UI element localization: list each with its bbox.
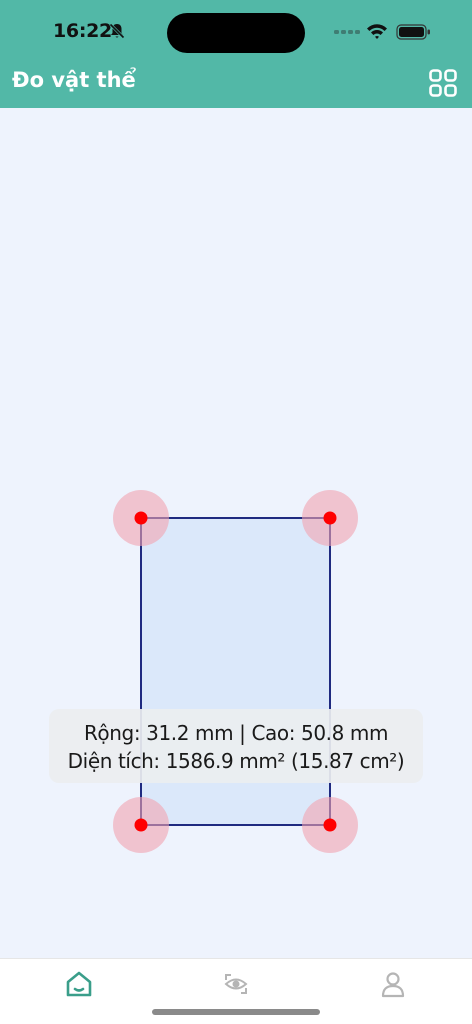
dynamic-island	[167, 13, 305, 53]
wifi-icon	[367, 24, 387, 39]
measurement-overlay	[113, 490, 358, 853]
handle-top-right[interactable]	[302, 490, 358, 546]
tab-bar	[0, 958, 472, 1024]
handle-top-left[interactable]	[113, 490, 169, 546]
status-bar: 16:22	[0, 0, 472, 60]
grid-icon[interactable]	[428, 68, 458, 98]
home-indicator	[152, 1009, 320, 1015]
bell-slash-icon	[109, 23, 125, 39]
status-time: 16:22	[53, 20, 112, 42]
page-title: Đo vật thể	[12, 68, 136, 92]
cellular-signal-icon	[334, 30, 360, 34]
measurement-info: Rộng: 31.2 mm | Cao: 50.8 mm Diện tích: …	[49, 709, 423, 783]
handle-bottom-right[interactable]	[302, 797, 358, 853]
app-header: Đo vật thể	[0, 60, 472, 108]
home-icon[interactable]	[64, 969, 94, 999]
user-icon[interactable]	[378, 969, 408, 999]
area-text: Diện tích: 1586.9 mm² (15.87 cm²)	[67, 749, 405, 773]
scan-icon[interactable]	[221, 969, 251, 999]
battery-icon	[396, 24, 430, 40]
measurement-canvas[interactable]	[0, 108, 472, 958]
handle-bottom-left[interactable]	[113, 797, 169, 853]
dimensions-text: Rộng: 31.2 mm | Cao: 50.8 mm	[83, 721, 389, 745]
